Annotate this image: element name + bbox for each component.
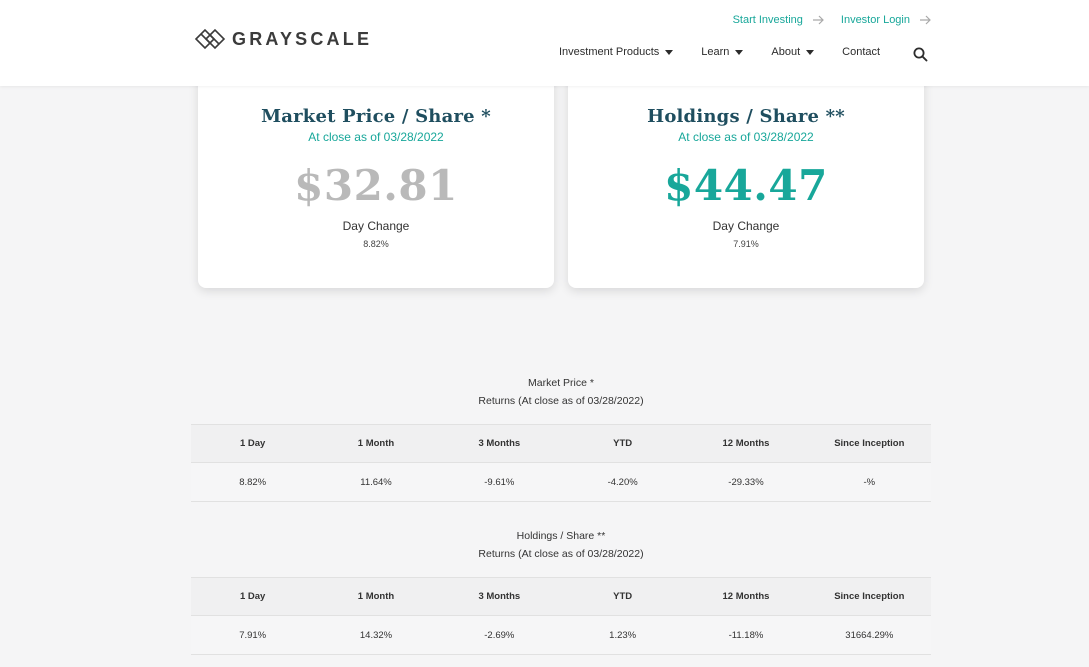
table-cell: 1.23% [560,615,685,655]
table-row: 7.91% 14.32% -2.69% 1.23% -11.18% 31664.… [191,615,931,655]
holdings-returns-table: 1 Day 1 Month 3 Months YTD 12 Months Sin… [191,577,931,655]
day-change-value: 7.91% [733,239,759,249]
table-row: 8.82% 11.64% -9.61% -4.20% -29.33% -% [191,462,931,502]
column-header: 1 Day [191,424,315,463]
nav-learn[interactable]: Learn [701,46,744,58]
table-cell: -11.18% [684,615,808,655]
section-title: Holdings / Share ** [516,530,606,542]
nav-label: About [771,46,801,58]
table-cell: -4.20% [560,462,685,502]
search-icon[interactable] [913,47,928,62]
market-price-value: $32.81 [294,161,458,210]
column-header: 3 Months [437,577,561,616]
table-cell: -2.69% [437,615,561,655]
column-header: Since Inception [807,424,931,463]
card-subtitle: At close as of 03/28/2022 [678,130,814,144]
start-investing-label: Start Investing [732,14,803,26]
table-cell: 14.32% [314,615,438,655]
market-returns-heading: Market Price * Returns (At close as of 0… [191,374,931,410]
grayscale-logo[interactable]: GRAYSCALE [194,23,372,55]
column-header: 12 Months [684,424,808,463]
holdings-share-card: Holdings / Share ** At close as of 03/28… [568,70,924,288]
nav-label: Contact [842,46,881,58]
nav-contact[interactable]: Contact [842,46,880,58]
card-title: Holdings / Share ** [647,106,845,127]
nav-investment-products[interactable]: Investment Products [559,46,674,58]
column-header: YTD [560,424,685,463]
table-cell: 8.82% [191,462,315,502]
logo-mark-icon [194,28,226,50]
table-cell: 11.64% [314,462,438,502]
column-header: Since Inception [807,577,931,616]
top-links: Start Investing Investor Login [733,14,932,26]
caret-down-icon [806,49,815,55]
table-cell: -% [807,462,931,502]
caret-down-icon [735,49,744,55]
arrow-right-icon [812,15,824,25]
market-price-card: Market Price / Share * At close as of 03… [198,70,554,288]
start-investing-link[interactable]: Start Investing [733,14,825,26]
main-nav: Investment Products Learn About Contact [559,46,880,58]
table-header-row: 1 Day 1 Month 3 Months YTD 12 Months Sin… [191,577,931,616]
column-header: 1 Month [314,424,438,463]
section-subtitle: Returns (At close as of 03/28/2022) [478,548,644,560]
logo-text: GRAYSCALE [232,28,373,49]
card-subtitle: At close as of 03/28/2022 [308,130,444,144]
nav-label: Learn [701,46,730,58]
table-cell: 31664.29% [807,615,931,655]
table-cell: 7.91% [191,615,315,655]
investor-login-link[interactable]: Investor Login [841,14,932,26]
section-subtitle: Returns (At close as of 03/28/2022) [478,395,644,407]
investor-login-label: Investor Login [840,14,910,26]
table-cell: -29.33% [684,462,808,502]
arrow-right-icon [920,15,931,25]
holdings-share-value: $44.47 [664,161,828,210]
site-header: GRAYSCALE Start Investing Investor Login… [0,0,1089,86]
column-header: 1 Day [191,577,315,616]
day-change-label: Day Change [712,219,780,233]
column-header: 12 Months [684,577,808,616]
nav-label: Investment Products [559,46,660,58]
section-title: Market Price * [528,377,594,389]
market-returns-table: 1 Day 1 Month 3 Months YTD 12 Months Sin… [191,424,931,502]
day-change-label: Day Change [342,219,410,233]
caret-down-icon [665,49,674,55]
column-header: YTD [560,577,685,616]
holdings-returns-heading: Holdings / Share ** Returns (At close as… [191,527,931,563]
day-change-value: 8.82% [363,239,389,249]
nav-about[interactable]: About [771,46,815,58]
table-cell: -9.61% [437,462,561,502]
card-title: Market Price / Share * [261,106,491,127]
column-header: 1 Month [314,577,438,616]
column-header: 3 Months [437,424,561,463]
table-header-row: 1 Day 1 Month 3 Months YTD 12 Months Sin… [191,424,931,463]
